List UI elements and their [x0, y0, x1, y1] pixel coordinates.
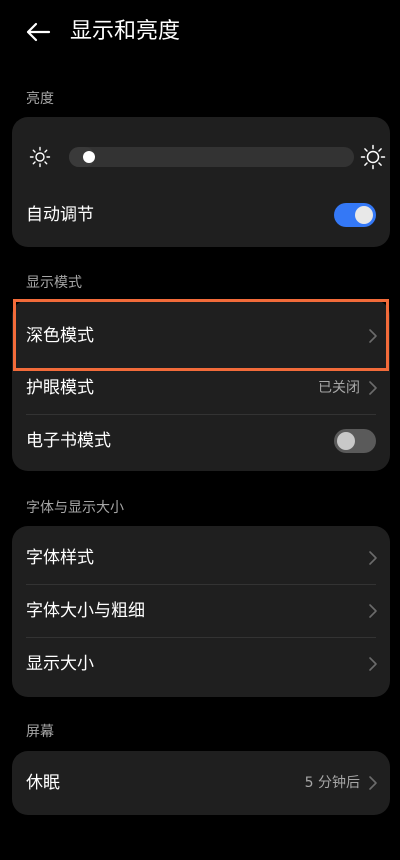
chevron-right-icon	[369, 776, 377, 790]
font-display-card: 字体样式 字体大小与粗细 显示大小	[12, 526, 390, 697]
toggle-knob	[355, 206, 373, 224]
brightness-high-icon	[360, 144, 386, 170]
chevron-right-icon	[369, 329, 377, 343]
sleep-value: 5 分钟后	[304, 775, 360, 791]
auto-brightness-toggle[interactable]	[334, 203, 376, 227]
chevron-right-icon	[369, 657, 377, 671]
eye-care-status: 已关闭	[318, 380, 360, 396]
ebook-mode-row[interactable]: 电子书模式	[12, 415, 390, 467]
page-title: 显示和亮度	[70, 19, 181, 44]
section-label-screen: 屏幕	[26, 724, 54, 740]
auto-brightness-row[interactable]: 自动调节	[12, 189, 390, 241]
sleep-row[interactable]: 休眠 5 分钟后	[12, 757, 390, 809]
eye-care-label: 护眼模式	[26, 378, 94, 398]
chevron-right-icon	[369, 381, 377, 395]
back-button[interactable]	[22, 16, 54, 48]
dark-mode-row[interactable]: 深色模式	[12, 310, 390, 362]
brightness-slider-thumb[interactable]	[82, 151, 95, 163]
screen-card: 休眠 5 分钟后	[12, 751, 390, 815]
font-style-row[interactable]: 字体样式	[12, 532, 390, 584]
section-label-display-mode: 显示模式	[26, 275, 82, 291]
brightness-card: 自动调节	[12, 117, 390, 247]
eye-care-row[interactable]: 护眼模式 已关闭	[12, 362, 390, 414]
top-app-bar: 显示和亮度	[0, 0, 400, 64]
display-size-label: 显示大小	[26, 654, 94, 674]
chevron-right-icon	[369, 604, 377, 618]
ebook-mode-toggle[interactable]	[334, 429, 376, 453]
brightness-slider[interactable]	[69, 147, 354, 167]
font-size-row[interactable]: 字体大小与粗细	[12, 585, 390, 637]
font-size-label: 字体大小与粗细	[26, 601, 145, 621]
section-label-font-display: 字体与显示大小	[26, 500, 124, 516]
display-mode-card: 深色模式 护眼模式 已关闭 电子书模式	[12, 300, 390, 471]
brightness-low-icon	[29, 146, 51, 168]
ebook-mode-label: 电子书模式	[26, 431, 111, 451]
section-label-brightness: 亮度	[26, 91, 54, 107]
auto-brightness-label: 自动调节	[26, 205, 94, 225]
toggle-knob	[337, 432, 355, 450]
font-style-label: 字体样式	[26, 548, 94, 568]
display-size-row[interactable]: 显示大小	[12, 638, 390, 690]
chevron-right-icon	[369, 551, 377, 565]
sleep-label: 休眠	[26, 773, 60, 793]
dark-mode-label: 深色模式	[26, 326, 94, 346]
arrow-left-icon	[26, 22, 51, 42]
